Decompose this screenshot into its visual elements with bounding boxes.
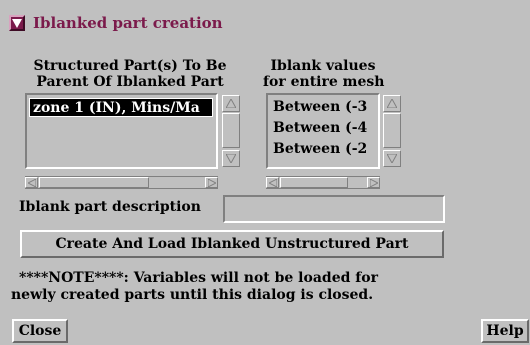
- vertical-scroll-thumb[interactable]: [222, 113, 240, 148]
- close-button[interactable]: Close: [12, 319, 68, 343]
- iblank-value-label: Between (-3: [273, 99, 368, 115]
- vertical-scroll-thumb[interactable]: [383, 113, 401, 148]
- iblank-values-vertical-scrollbar[interactable]: [383, 95, 401, 167]
- structured-part-label: zone 1 (IN), Mins/Ma: [33, 100, 200, 116]
- scroll-up-arrow-icon[interactable]: [222, 95, 240, 112]
- note-line2: newly created parts until this dialog is…: [11, 287, 374, 303]
- scroll-up-arrow-icon[interactable]: [383, 95, 401, 112]
- list-item[interactable]: Between (-3: [270, 98, 376, 117]
- list-item[interactable]: Between (-2: [270, 140, 376, 159]
- iblank-values-horizontal-scrollbar[interactable]: [266, 176, 380, 189]
- iblank-value-label: Between (-2: [273, 141, 368, 157]
- scroll-down-arrow-icon[interactable]: [222, 150, 240, 167]
- structured-parts-header-line2: Parent Of Iblanked Part: [36, 74, 224, 90]
- structured-parts-list[interactable]: zone 1 (IN), Mins/Ma: [25, 93, 218, 169]
- scroll-right-arrow-icon[interactable]: [205, 177, 218, 188]
- scroll-right-arrow-icon[interactable]: [367, 177, 380, 188]
- note-line1: ****NOTE****: Variables will not be load…: [19, 270, 379, 286]
- triangle-down-icon[interactable]: [9, 15, 25, 31]
- scroll-down-arrow-icon[interactable]: [383, 150, 401, 167]
- dialog-title: Iblanked part creation: [33, 13, 223, 32]
- dialog-title-row: Iblanked part creation: [9, 13, 223, 33]
- create-and-load-button[interactable]: Create And Load Iblanked Unstructured Pa…: [20, 230, 444, 258]
- horizontal-scroll-thumb[interactable]: [280, 177, 348, 188]
- scroll-left-arrow-icon[interactable]: [25, 177, 38, 188]
- structured-parts-horizontal-scrollbar[interactable]: [25, 176, 218, 189]
- structured-parts-header-line1: Structured Part(s) To Be: [33, 58, 227, 74]
- iblank-values-header-line2: for entire mesh: [263, 74, 385, 90]
- iblank-values-list[interactable]: Between (-3 Between (-4 Between (-2: [266, 93, 380, 169]
- iblank-value-label: Between (-4: [273, 120, 368, 136]
- list-item[interactable]: Between (-4: [270, 119, 376, 138]
- structured-parts-vertical-scrollbar[interactable]: [222, 95, 240, 167]
- iblank-values-header-line1: Iblank values: [270, 58, 376, 74]
- help-button[interactable]: Help: [481, 319, 529, 343]
- iblanked-part-creation-dialog: Iblanked part creation Structured Part(s…: [0, 0, 530, 345]
- horizontal-scroll-thumb[interactable]: [39, 177, 149, 188]
- description-field[interactable]: [223, 195, 445, 223]
- list-item[interactable]: zone 1 (IN), Mins/Ma: [29, 98, 213, 117]
- description-label: Iblank part description: [19, 199, 201, 215]
- scroll-left-arrow-icon[interactable]: [266, 177, 279, 188]
